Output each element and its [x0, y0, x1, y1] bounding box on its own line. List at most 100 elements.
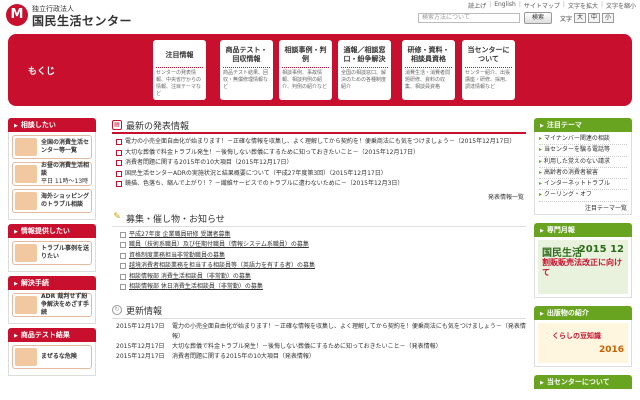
bullet-icon	[120, 231, 126, 238]
bullet-icon	[116, 160, 122, 167]
adr-button[interactable]: ADR 裁判せず紛争解決をめざす手続	[12, 293, 92, 317]
latest-more-link[interactable]: 発表情報一覧	[116, 192, 526, 201]
list-item-text: 資格制度業務担当非常勤職員の募集	[129, 251, 226, 259]
bullet-icon	[116, 139, 122, 146]
nav-item-featured[interactable]: 注目情報 センターの発表情報、中央省庁からの情報、注目テーマなど	[153, 40, 206, 100]
top-links: 読上げ | English | サイトマップ | 文字を拡大 | 文字を縮小	[468, 1, 636, 10]
nav-item-training[interactable]: 研修・資料・相談員資格 消費生活・消費者問題研修、資料の収集、相談員資格	[402, 40, 455, 100]
nav-item-about[interactable]: 当センターについて センター紹介、出張講座・研修、採用、調達情報など	[462, 40, 515, 100]
top-link-font-shrink[interactable]: 文字を縮小	[606, 1, 636, 10]
refresh-icon: ↻	[112, 305, 122, 315]
search-button[interactable]: 検索	[524, 12, 552, 24]
font-large-button[interactable]: 大	[574, 13, 587, 23]
document-icon: ▤	[112, 120, 122, 130]
bullet-icon	[120, 252, 126, 259]
list-item[interactable]: 鏡描、色落ち、縮んで上がり！？－繊維サービスでのトラブルに遭わないために－（20…	[116, 179, 526, 190]
nav-item-desc: 商品テスト結果、回収・無償修理情報など	[223, 70, 269, 90]
topics-more-link[interactable]: 注目テーマ一覧	[539, 202, 627, 212]
nav-item-title: 当センターについて	[465, 40, 512, 68]
list-item-text: 越境消費者相談業務を担当する相談員等（英語力を有する者）の募集	[129, 262, 316, 269]
topic-link[interactable]: 利用した覚えのない請求	[539, 157, 627, 168]
left-section-box: ADR 裁判せず紛争解決をめざす手続	[8, 290, 96, 324]
magazine-cover-title: 国民生活	[542, 247, 582, 259]
top-link-english[interactable]: English	[494, 1, 516, 10]
nav-item-title: 研修・資料・相談員資格	[405, 40, 452, 68]
logo-title[interactable]: 国民生活センター	[32, 12, 132, 29]
list-item[interactable]: 国民生活センターADRの実施状況と結果概要について（平成27年度第3回）（201…	[116, 169, 526, 180]
bullet-icon	[116, 149, 122, 156]
button-label: まぜるな危険	[41, 353, 77, 360]
list-item[interactable]: 資格制度業務担当非常勤職員の募集	[112, 251, 526, 262]
list-item[interactable]: 消費者問題に関する2015年の10大項目（2015年12月17日）	[116, 158, 526, 169]
list-item[interactable]: 平成27年度 企業職員研修 受講者募集	[112, 230, 526, 241]
bullet-icon	[120, 263, 126, 270]
font-small-button[interactable]: 小	[602, 13, 615, 23]
warning-icon	[15, 348, 37, 366]
topic-link[interactable]: 当センターを騙る電話等	[539, 145, 627, 157]
recruit-section: ✎ 募集・催し物・お知らせ 平成27年度 企業職員研修 受講者募集 職員（技術系…	[112, 211, 526, 293]
topic-link[interactable]: インターネットトラブル	[539, 179, 627, 191]
danger-mix-button[interactable]: まぜるな危険	[12, 345, 92, 369]
top-link-readaloud[interactable]: 読上げ	[468, 1, 486, 10]
nav-item-title: 商品テスト・回収情報	[223, 40, 270, 68]
phone-icon	[15, 165, 37, 183]
nav-item-cases[interactable]: 相談事例・判例 相談事例、事故情報、相談判例の紹介、判例の紹介など	[279, 40, 332, 100]
top-link-font-enlarge[interactable]: 文字を拡大	[568, 1, 598, 10]
topic-link[interactable]: 高齢者の消費者被害	[539, 168, 627, 180]
report-trouble-button[interactable]: トラブル事例を送りたい	[12, 241, 92, 265]
left-section-box: 全国の消費生活センター等一覧 お昼の消費生活相談 平日 11時〜13時 海外ショッ…	[8, 132, 96, 220]
list-item-text: 電力の小売全面自由化が始まります！－正確な情報を収集し、よく理解してから契約を！…	[125, 138, 516, 145]
left-section-title: 相談したい	[8, 118, 96, 132]
list-item[interactable]: 職員（技術系職員）及び任期付職員（情報システム系職員）の募集	[112, 240, 526, 251]
recruit-header: ✎ 募集・催し物・お知らせ	[112, 211, 526, 227]
list-item-text: 職員（技術系職員）及び任期付職員（情報システム系職員）の募集	[129, 241, 309, 248]
nav-item-desc: センター紹介、出張講座・研修、採用、調達情報など	[465, 70, 511, 90]
nav-item-consultation[interactable]: 通報／相談窓口・紛争解決 全国の相談窓口、解決のための各種制度紹介	[338, 40, 391, 100]
about-title[interactable]: 当センターについて	[534, 374, 632, 389]
list-item-text: 国民生活センターADRの実施状況と結果概要について（平成27年度第3回）（201…	[125, 169, 387, 177]
list-item[interactable]: 相談情報部 休日消費生活相談員（非常勤）の募集	[112, 282, 526, 293]
font-size-control: 文字 大 中 小	[560, 13, 615, 23]
search-input[interactable]: 検索方法について	[418, 13, 520, 23]
list-item[interactable]: 2015年12月17日 電力の小売全面自由化が始まります！－正確な情報を収集し、よ…	[112, 322, 526, 342]
nav-item-product-test[interactable]: 商品テスト・回収情報 商品テスト結果、回収・無償修理情報など	[220, 40, 273, 100]
top-link-sitemap[interactable]: サイトマップ	[524, 1, 560, 10]
nav-item-title: 通報／相談窓口・紛争解決	[341, 40, 388, 68]
updates-header: ↻ 更新情報	[112, 303, 526, 319]
magazine-issue: 2015 12	[578, 243, 624, 255]
button-label: 全国の消費生活センター等一覧	[41, 139, 90, 154]
separator: |	[600, 1, 603, 8]
magazine-cover[interactable]: 国民生活 2015 12 割販販売法改正に向けて	[538, 239, 628, 294]
topic-link[interactable]: マイナンバー関連の相談	[539, 134, 627, 146]
button-label: ADR 裁判せず紛争解決をめざす手続	[41, 293, 90, 316]
logo-icon[interactable]: M	[6, 4, 28, 26]
list-item[interactable]: 相談情報部 消費生活相談員（非常勤）の募集	[112, 272, 526, 283]
nav-item-desc: 全国の相談窓口、解決のための各種制度紹介	[341, 70, 387, 90]
left-sidebar: 相談したい 全国の消費生活センター等一覧 お昼の消費生活相談平日 11時〜13時…	[8, 118, 96, 380]
list-item[interactable]: 2015年12月17日 大切な葬儀で料金トラブル発生！－後悔しない葬儀にするために…	[112, 342, 526, 352]
site-header: M 独立行政法人 国民生活センター 読上げ | English | サイトマップ | …	[0, 0, 640, 30]
list-item-text: 鏡描、色落ち、縮んで上がり！？－繊維サービスでのトラブルに遭わないために－（20…	[125, 180, 404, 187]
topic-link[interactable]: クーリング・オフ	[539, 190, 627, 202]
center-list-button[interactable]: 全国の消費生活センター等一覧	[12, 135, 92, 159]
book-year: 2016	[598, 344, 624, 355]
book-banner[interactable]: くらしの豆知識 2016	[538, 322, 628, 363]
list-item[interactable]: 電力の小売全面自由化が始まります！－正確な情報を収集し、よく理解してから契約を！…	[116, 137, 526, 148]
separator: |	[518, 1, 521, 8]
overseas-shopping-button[interactable]: 海外ショッピングのトラブル相談	[12, 189, 92, 213]
list-item[interactable]: 大切な葬儀で料金トラブル発生！－後悔しない葬儀にするために知っておきたいこと－（…	[116, 148, 526, 159]
lunch-consult-button[interactable]: お昼の消費生活相談 平日 11時〜13時	[12, 162, 92, 186]
nav-item-desc: センターの発表情報、中央省庁からの情報、注目テーマなど	[156, 70, 202, 97]
list-item-text: 大切な葬儀で料金トラブル発生！－後悔しない葬儀にするために知っておきたいこと－（…	[125, 148, 420, 156]
nav-label: もくじ	[28, 67, 56, 77]
separator: |	[489, 1, 492, 8]
font-medium-button[interactable]: 中	[588, 13, 601, 23]
left-section-box: トラブル事例を送りたい	[8, 238, 96, 272]
list-item-text: 相談情報部 休日消費生活相談員（非常勤）の募集	[129, 283, 263, 290]
main-nav: もくじ 注目情報 センターの発表情報、中央省庁からの情報、注目テーマなど 商品テ…	[8, 34, 632, 106]
globe-icon	[15, 192, 37, 210]
list-item[interactable]: 2015年12月17日 消費者問題に関する2015年の10大項目（発表情報）	[112, 352, 526, 362]
list-item[interactable]: 越境消費者相談業務を担当する相談員等（英語力を有する者）の募集	[112, 261, 526, 272]
bullet-icon	[120, 284, 126, 291]
publications-box: くらしの豆知識 2016	[534, 319, 632, 367]
